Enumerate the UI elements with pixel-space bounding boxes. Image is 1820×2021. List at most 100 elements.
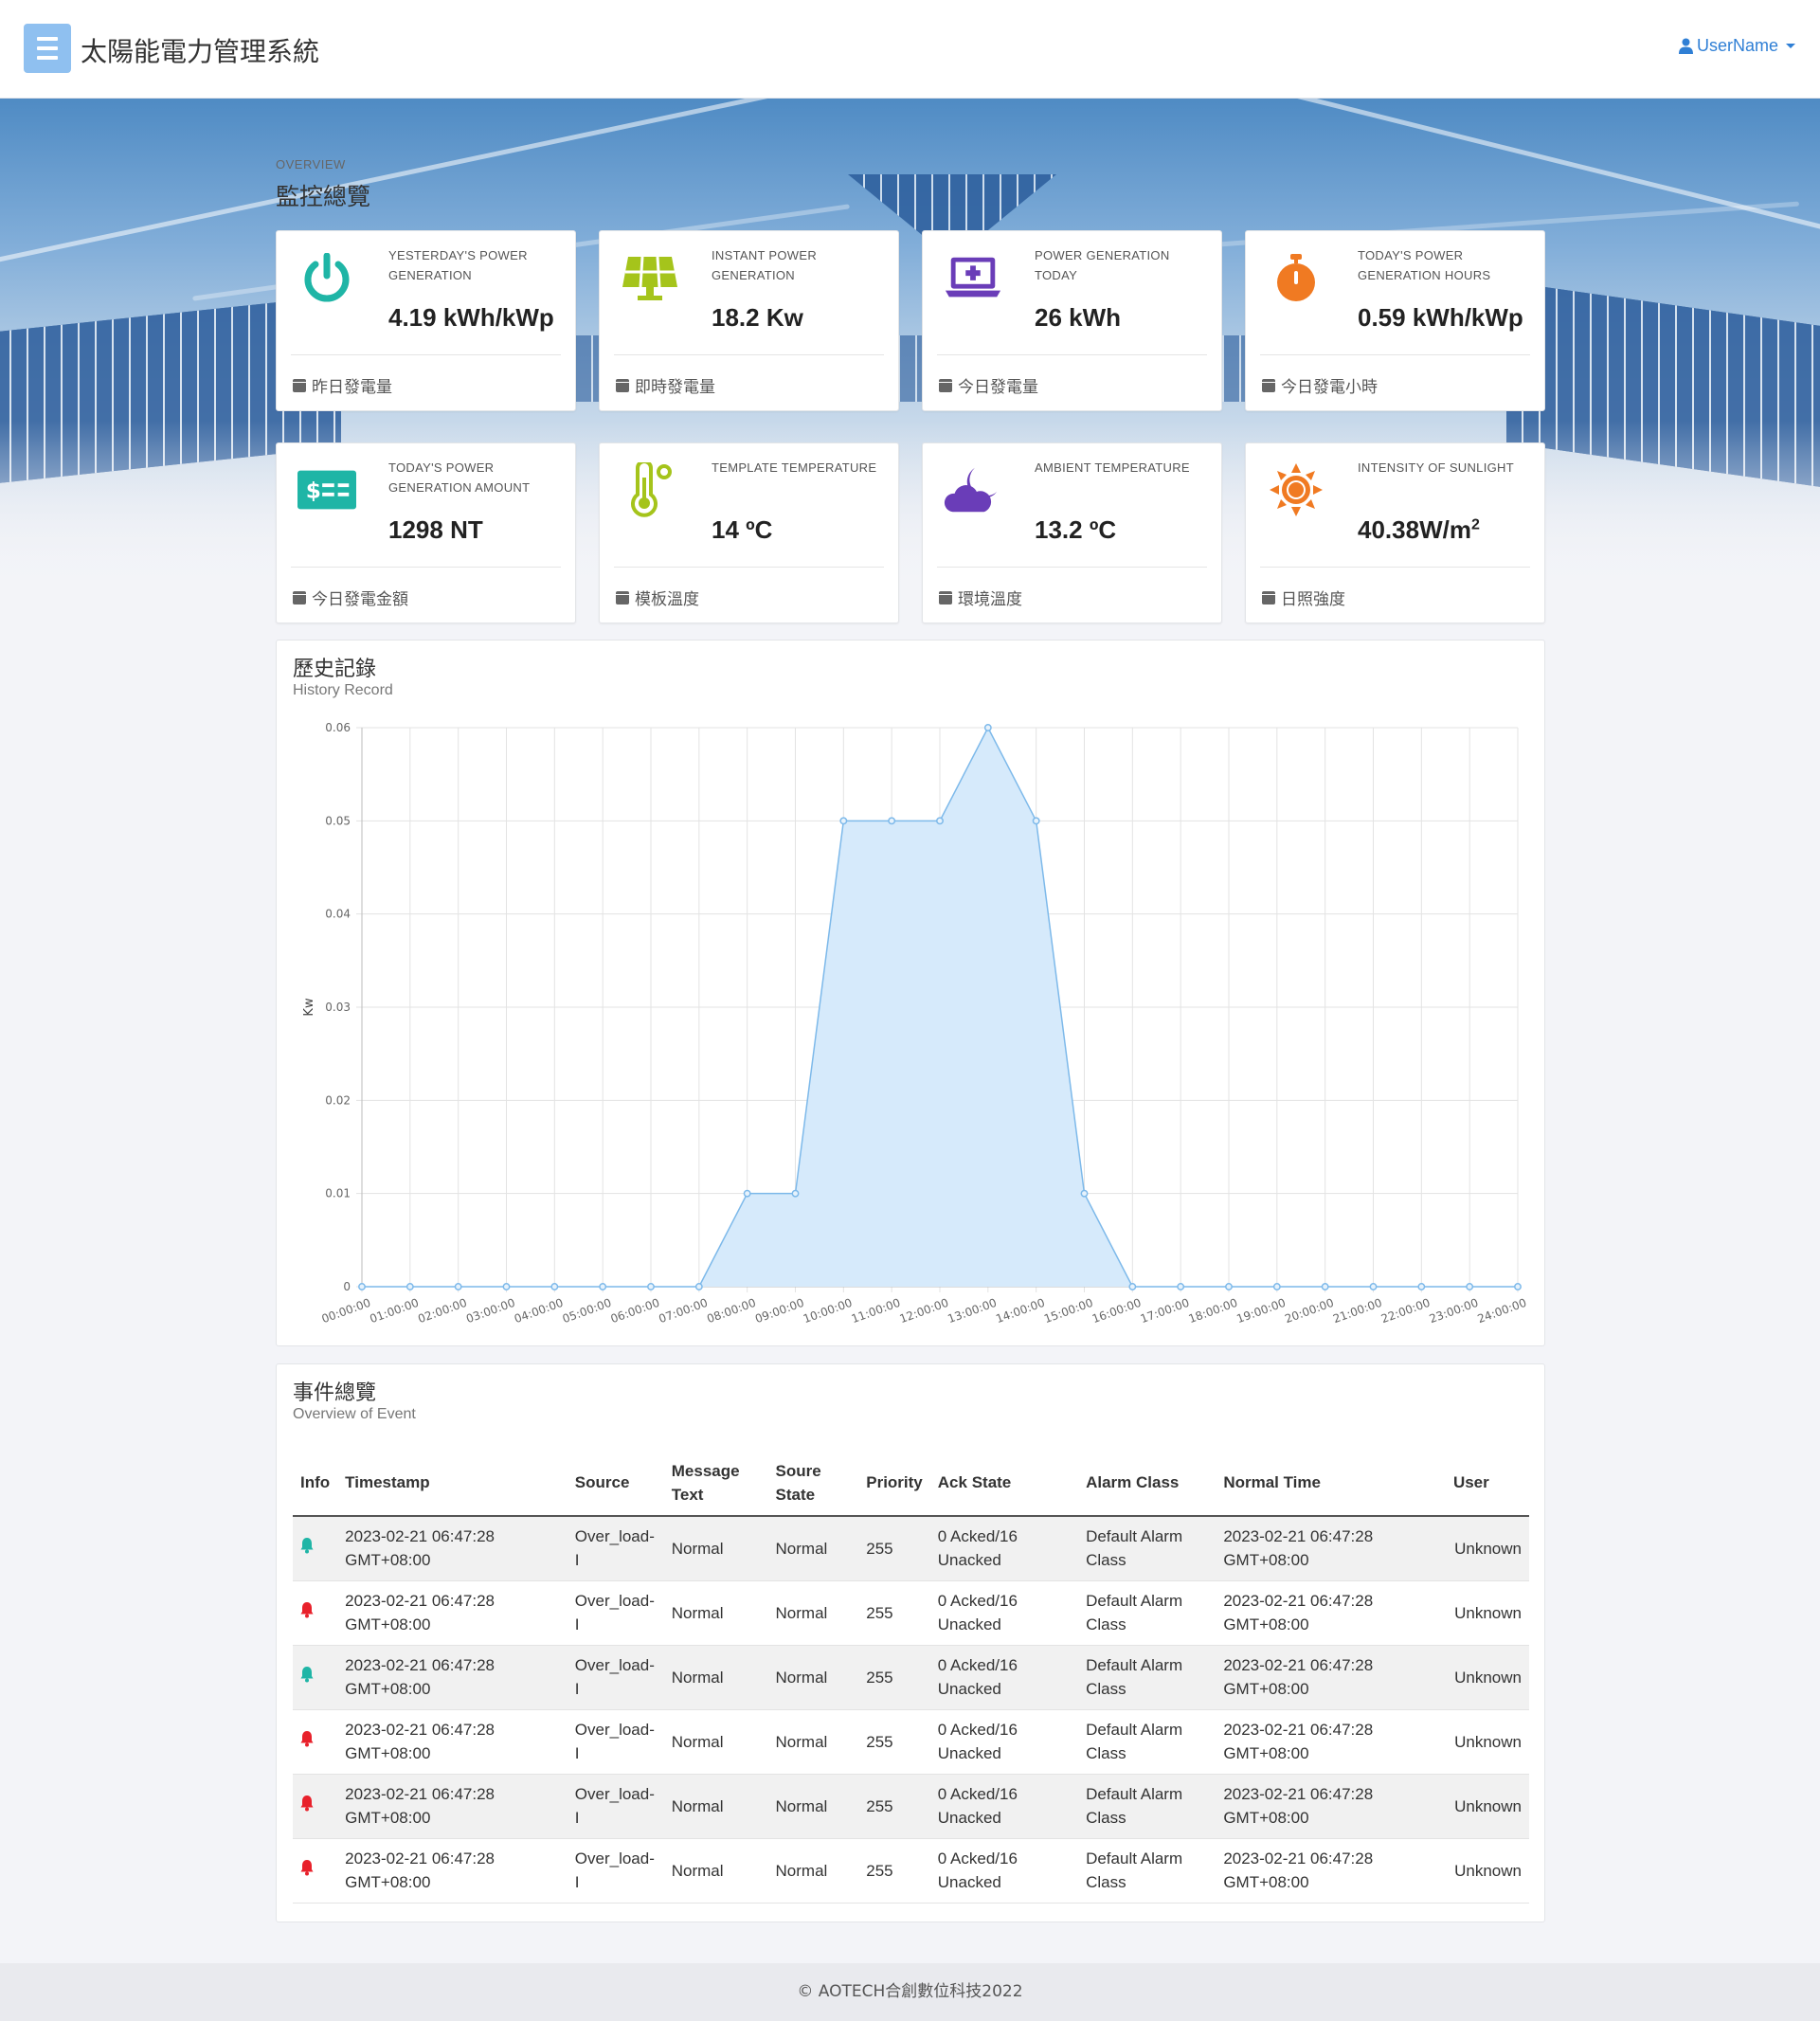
table-row[interactable]: 2023-02-21 06:47:28 GMT+08:00 Over_load-I… [293,1516,1529,1581]
hamburger-line [37,56,58,60]
y-tick-label: 0.05 [325,814,351,827]
x-tick-label: 20:00:00 [1283,1296,1335,1326]
x-tick-label: 17:00:00 [1139,1296,1191,1326]
table-row[interactable]: 2023-02-21 06:47:28 GMT+08:00 Over_load-I… [293,1645,1529,1710]
normal-time-cell: 2023-02-21 06:47:28 GMT+08:00 [1216,1580,1446,1646]
column-header[interactable]: Ack State [929,1450,1079,1517]
user-cell: Unknown [1445,1709,1529,1775]
source-state-cell: Normal [767,1774,859,1839]
history-panel: 歷史記錄 History Record 0 0.01 0.02 0.03 0.04 0.0… [276,640,1545,1346]
card-footer: 環境溫度 [939,586,1022,609]
card-footer: 昨日發電量 [293,373,392,397]
y-tick-label: 0.02 [325,1093,351,1107]
column-header[interactable]: Normal Time [1216,1450,1446,1517]
data-point [405,1283,414,1290]
page-footer: © AOTECH合創數位科技2022 [0,1963,1820,2021]
column-header[interactable]: Alarm Class [1078,1450,1216,1517]
user-cell: Unknown [1445,1645,1529,1710]
column-header[interactable]: Priority [858,1450,930,1517]
data-point [358,1283,366,1290]
timestamp-cell: 2023-02-21 06:47:28 GMT+08:00 [337,1516,568,1581]
card-footer-text: 昨日發電量 [312,378,392,397]
calendar-icon [616,378,629,392]
card-divider [291,567,561,568]
info-cell [293,1838,338,1904]
overview-label: OVERVIEW [276,157,346,171]
card-label: TODAY'S POWER GENERATION AMOUNT [388,460,531,495]
data-point [1514,1283,1522,1290]
card-footer: 今日發電量 [939,373,1038,397]
card-divider [614,354,884,355]
stat-card-instant-power: INSTANT POWER GENERATION 18.2 Kw 即時發電量 [599,230,899,411]
table-header-row: Info Timestamp Source Message Text Soure… [293,1450,1529,1517]
table-row[interactable]: 2023-02-21 06:47:28 GMT+08:00 Over_load-I… [293,1580,1529,1646]
source-cell: Over_load-I [567,1774,664,1839]
card-label: POWER GENERATION TODAY [1035,248,1170,282]
app-title: 太陽能電力管理系統 [81,36,320,67]
timestamp-cell: 2023-02-21 06:47:28 GMT+08:00 [337,1645,568,1710]
card-value: 4.19 kWh/kWp [388,303,554,332]
column-header[interactable]: Timestamp [337,1450,568,1517]
message-text-cell: Normal [663,1838,768,1904]
x-tick-label: 04:00:00 [513,1296,565,1326]
x-tick-label: 23:00:00 [1428,1296,1480,1326]
user-cell: Unknown [1445,1838,1529,1904]
column-header[interactable]: Soure State [767,1450,859,1517]
y-axis-label: Kw [302,998,316,1017]
hero-fade [0,421,1820,591]
x-tick-label: 03:00:00 [464,1296,516,1326]
data-point [743,1189,751,1198]
info-cell [293,1645,338,1710]
message-text-cell: Normal [663,1580,768,1646]
column-header[interactable]: Source [567,1450,664,1517]
info-cell [293,1709,338,1775]
card-footer: 即時發電量 [616,373,715,397]
card-divider [614,567,884,568]
x-tick-label: 24:00:00 [1476,1296,1528,1326]
info-cell [293,1516,338,1581]
cloud-moon-icon [944,460,1002,519]
table-row[interactable]: 2023-02-21 06:47:28 GMT+08:00 Over_load-I… [293,1774,1529,1839]
source-state-cell: Normal [767,1580,859,1646]
hamburger-menu-button[interactable] [24,24,71,73]
user-dropdown[interactable]: UserName [1678,36,1795,56]
table-row[interactable]: 2023-02-21 06:47:28 GMT+08:00 Over_load-I… [293,1838,1529,1904]
data-point [1080,1189,1089,1198]
svg-text:$: $ [306,478,321,504]
overview-title: 監控總覽 [276,183,371,210]
card-footer: 今日發電小時 [1262,373,1378,397]
column-header[interactable]: User [1445,1450,1529,1517]
bell-icon [300,1859,314,1875]
table-row[interactable]: 2023-02-21 06:47:28 GMT+08:00 Over_load-I… [293,1709,1529,1775]
card-label: AMBIENT TEMPERATURE [1035,460,1190,475]
card-value: 1298 NT [388,515,483,544]
stat-card-ambient-temperature: AMBIENT TEMPERATURE 13.2 ºC 環境溫度 [922,442,1222,623]
source-cell: Over_load-I [567,1645,664,1710]
x-tick-label: 11:00:00 [850,1296,902,1326]
card-footer: 日照強度 [1262,586,1345,609]
data-point [1417,1283,1426,1290]
x-tick-label: 16:00:00 [1090,1296,1143,1326]
user-cell: Unknown [1445,1774,1529,1839]
column-header[interactable]: Info [293,1450,338,1517]
column-header[interactable]: Message Text [663,1450,768,1517]
card-label: YESTERDAY'S POWER GENERATION [388,248,528,282]
timestamp-cell: 2023-02-21 06:47:28 GMT+08:00 [337,1838,568,1904]
priority-cell: 255 [858,1709,930,1775]
alarm-class-cell: Default Alarm Class [1078,1580,1216,1646]
ack-state-cell: 0 Acked/16 Unacked [929,1774,1079,1839]
message-text-cell: Normal [663,1709,768,1775]
data-point [550,1283,559,1290]
card-value: 26 kWh [1035,303,1122,332]
source-cell: Over_load-I [567,1516,664,1581]
ack-state-cell: 0 Acked/16 Unacked [929,1838,1079,1904]
y-tick-label: 0.06 [325,721,351,734]
stopwatch-icon [1267,248,1325,307]
calendar-icon [293,590,306,604]
card-divider [1260,354,1530,355]
card-footer-text: 今日發電金額 [312,590,408,609]
events-panel: 事件總覽 Overview of Event Info Timestamp So… [276,1363,1545,1922]
card-footer-text: 環境溫度 [958,590,1022,609]
top-navbar: 太陽能電力管理系統 UserName [0,0,1820,99]
ack-state-cell: 0 Acked/16 Unacked [929,1709,1079,1775]
